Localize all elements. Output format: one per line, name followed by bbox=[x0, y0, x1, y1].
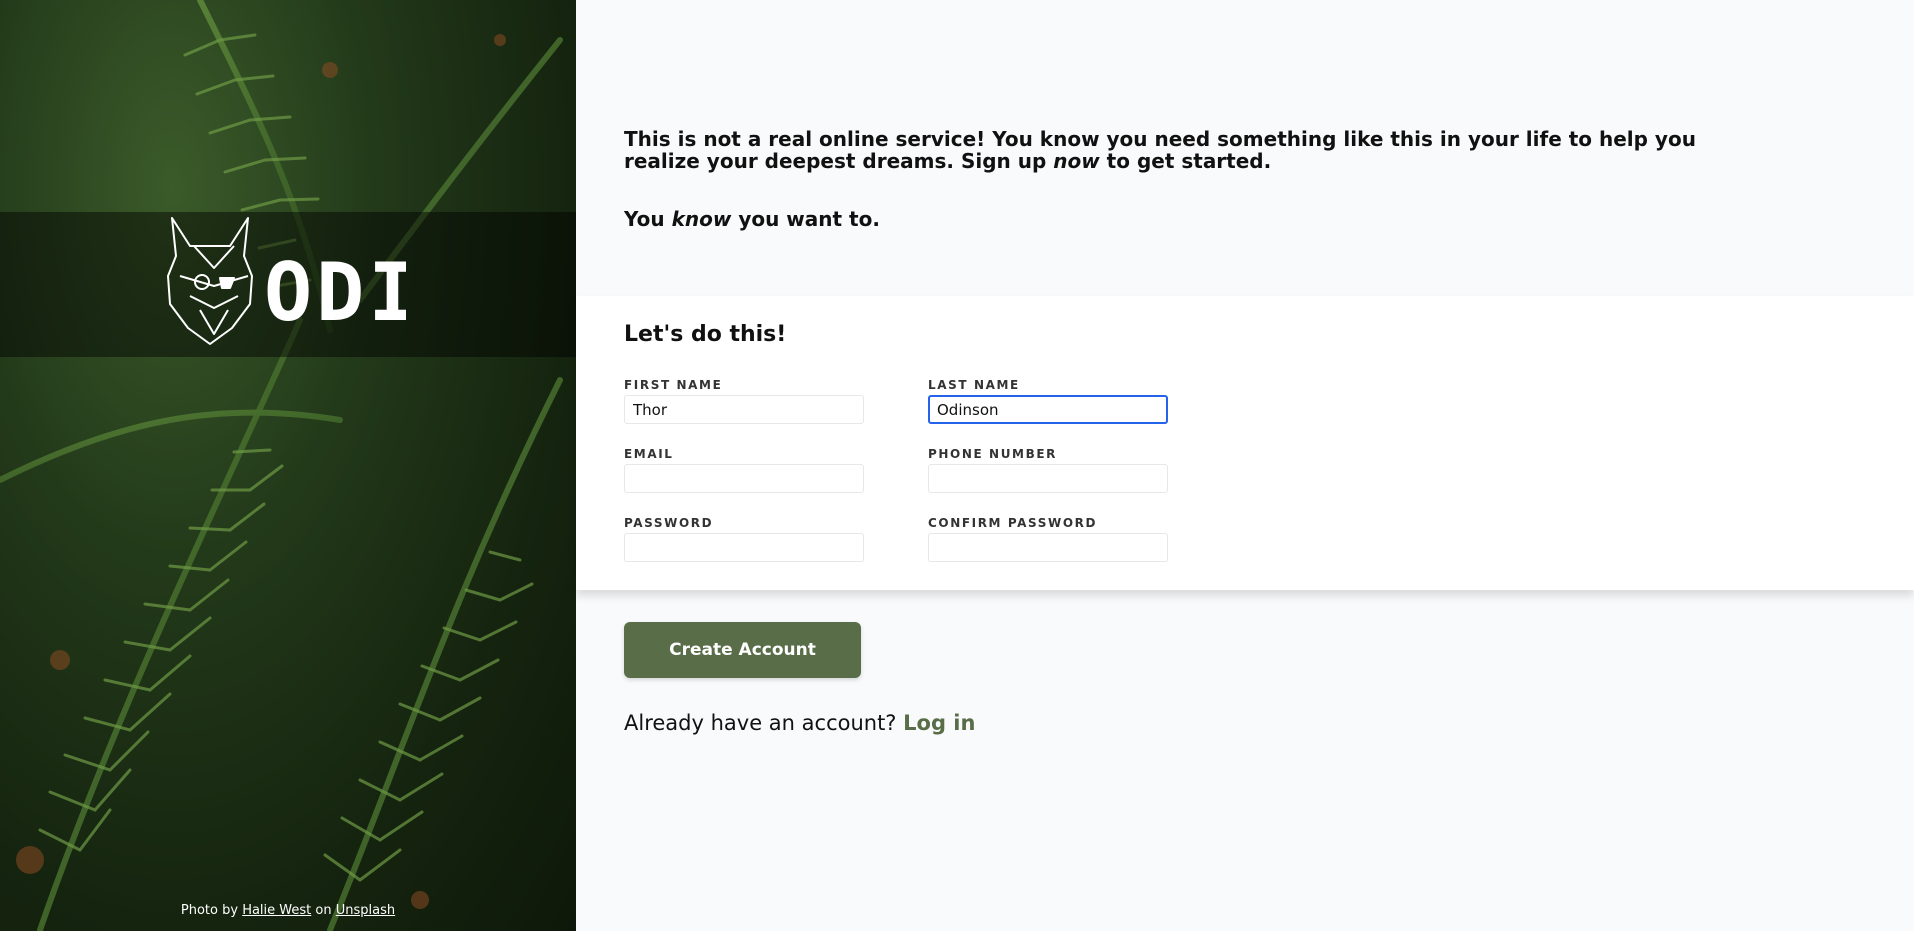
photo-credit-middle: on bbox=[315, 903, 332, 918]
email-label: EMAIL bbox=[624, 447, 674, 461]
login-prompt: Already have an account? Log in bbox=[624, 711, 975, 735]
last-name-label: LAST NAME bbox=[928, 378, 1020, 392]
intro-paragraph-2: You know you want to. bbox=[624, 207, 880, 231]
phone-number-label: PHONE NUMBER bbox=[928, 447, 1057, 461]
password-input[interactable] bbox=[624, 533, 864, 562]
fern-background-image bbox=[0, 0, 563, 931]
emphasis-now: now bbox=[1053, 149, 1100, 173]
intro-paragraph-1: This is not a real online service! You k… bbox=[624, 127, 1696, 173]
last-name-input[interactable] bbox=[928, 395, 1168, 424]
brand-logo: ODIN bbox=[166, 216, 469, 350]
confirm-password-label: CONFIRM PASSWORD bbox=[928, 516, 1098, 530]
photo-credit-prefix: Photo by bbox=[180, 903, 239, 918]
emphasis-know: know bbox=[671, 207, 732, 231]
logo-wordmark: ODIN bbox=[264, 246, 406, 339]
form-title: Let's do this! bbox=[624, 322, 787, 347]
sidebar-photo: ODIN Photo by Halie West on Unsplash bbox=[0, 0, 576, 931]
signup-form: Let's do this! FIRST NAME LAST NAME EMAI… bbox=[576, 296, 1914, 590]
first-name-input[interactable] bbox=[624, 395, 864, 424]
login-prompt-text: Already have an account? bbox=[624, 711, 897, 735]
photo-credit: Photo by Halie West on Unsplash bbox=[0, 903, 576, 918]
password-label: PASSWORD bbox=[624, 516, 714, 530]
photo-author-link[interactable]: Halie West bbox=[242, 903, 311, 918]
login-link[interactable]: Log in bbox=[903, 711, 975, 735]
unsplash-link[interactable]: Unsplash bbox=[336, 903, 395, 918]
create-account-button[interactable]: Create Account bbox=[624, 622, 861, 678]
viking-helmet-icon: ODIN bbox=[167, 217, 469, 345]
email-input[interactable] bbox=[624, 464, 864, 493]
first-name-label: FIRST NAME bbox=[624, 378, 723, 392]
phone-number-input[interactable] bbox=[928, 464, 1168, 493]
intro-text: This is not a real online service! You k… bbox=[624, 128, 1724, 230]
confirm-password-input[interactable] bbox=[928, 533, 1168, 562]
